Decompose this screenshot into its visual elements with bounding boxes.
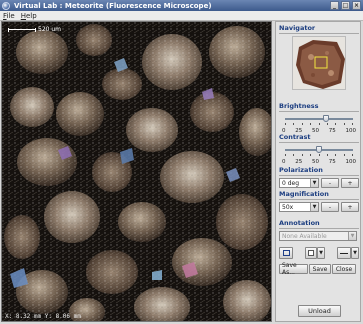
unload-button[interactable]: Unload xyxy=(298,305,341,317)
magnification-title: Magnification xyxy=(279,190,359,200)
save-button[interactable]: Save xyxy=(309,264,331,274)
maximize-button[interactable]: □ xyxy=(341,1,350,10)
contrast-ticks xyxy=(285,154,353,156)
tick-label: 100 xyxy=(345,159,357,165)
navigator-thumbnail[interactable] xyxy=(292,36,346,90)
color-picker-icon xyxy=(308,250,314,256)
line-style-icon xyxy=(340,252,348,254)
menu-file[interactable]: File xyxy=(0,12,18,20)
contrast-slider[interactable] xyxy=(279,145,359,159)
meteorite-slide-thumbnail xyxy=(293,37,345,89)
polarization-decrease-button[interactable]: - xyxy=(321,178,339,188)
chevron-down-icon: ▼ xyxy=(348,232,356,240)
tick-label: 0 xyxy=(282,159,286,165)
meteorite-thin-section-image xyxy=(2,22,271,321)
contrast-title: Contrast xyxy=(279,133,359,143)
microscope-view[interactable]: 520 um X: 8.32 mm Y: 8.06 mm xyxy=(1,21,272,322)
polarization-title: Polarization xyxy=(279,166,359,176)
line-style-button[interactable] xyxy=(337,247,351,259)
magnification-select[interactable]: 50x ▼ xyxy=(279,202,319,212)
polarization-value: 0 deg xyxy=(282,179,300,187)
polarization-select[interactable]: 0 deg ▼ xyxy=(279,178,319,188)
close-window-button[interactable]: × xyxy=(352,1,361,10)
close-annotation-button[interactable]: Close xyxy=(332,264,356,274)
annotation-select-placeholder: None Available xyxy=(282,232,327,240)
window-title: Virtual Lab : Meteorite (Fluorescence Mi… xyxy=(14,1,212,10)
navigator-title: Navigator xyxy=(279,24,359,34)
save-as-button[interactable]: Save As... xyxy=(279,262,308,276)
magnification-group: Magnification 50x ▼ - + xyxy=(279,190,359,212)
rectangle-tool-icon xyxy=(282,250,290,256)
navigator-group: Navigator xyxy=(279,24,359,90)
tick-label: 50 xyxy=(312,159,319,165)
contrast-thumb[interactable] xyxy=(316,146,322,153)
minimize-button[interactable]: _ xyxy=(330,1,339,10)
tick-label: 25 xyxy=(295,159,303,165)
brightness-title: Brightness xyxy=(279,102,359,112)
chevron-down-icon[interactable]: ▼ xyxy=(317,247,325,259)
polarization-group: Polarization 0 deg ▼ - + xyxy=(279,166,359,188)
menu-bar: File Help xyxy=(0,11,363,21)
magnification-increase-button[interactable]: + xyxy=(341,202,359,212)
brightness-group: Brightness 0 25 50 75 100 xyxy=(279,102,359,134)
magnification-value: 50x xyxy=(282,203,294,211)
annotation-select[interactable]: None Available ▼ xyxy=(279,231,357,241)
color-picker-button[interactable] xyxy=(305,247,317,259)
scale-bar-line xyxy=(8,27,36,32)
menu-help[interactable]: Help xyxy=(18,12,40,20)
polarization-increase-button[interactable]: + xyxy=(341,178,359,188)
control-panel: Navigator Brightness 0 25 50 75 100 Cont… xyxy=(275,21,361,322)
chevron-down-icon[interactable]: ▼ xyxy=(351,247,359,259)
stage-coordinates: X: 8.32 mm Y: 8.06 mm xyxy=(5,313,81,320)
brightness-track xyxy=(285,118,353,120)
brightness-ticks xyxy=(285,123,353,125)
annotation-title: Annotation xyxy=(279,219,359,229)
app-icon xyxy=(2,1,10,10)
brightness-thumb[interactable] xyxy=(322,115,329,122)
title-bar: Virtual Lab : Meteorite (Fluorescence Mi… xyxy=(0,0,363,11)
contrast-tick-labels: 0 25 50 75 100 xyxy=(279,159,359,165)
chevron-down-icon: ▼ xyxy=(310,203,318,211)
brightness-slider[interactable] xyxy=(279,114,359,128)
chevron-down-icon: ▼ xyxy=(310,179,318,187)
rectangle-tool-button[interactable] xyxy=(279,247,293,259)
tick-label: 75 xyxy=(328,159,336,165)
magnification-decrease-button[interactable]: - xyxy=(321,202,339,212)
contrast-group: Contrast 0 25 50 75 100 xyxy=(279,133,359,165)
scale-bar: 520 um xyxy=(8,26,61,33)
annotation-group: Annotation None Available ▼ ▼ ▼ Save As.… xyxy=(279,219,359,276)
scale-bar-label: 520 um xyxy=(38,26,62,33)
